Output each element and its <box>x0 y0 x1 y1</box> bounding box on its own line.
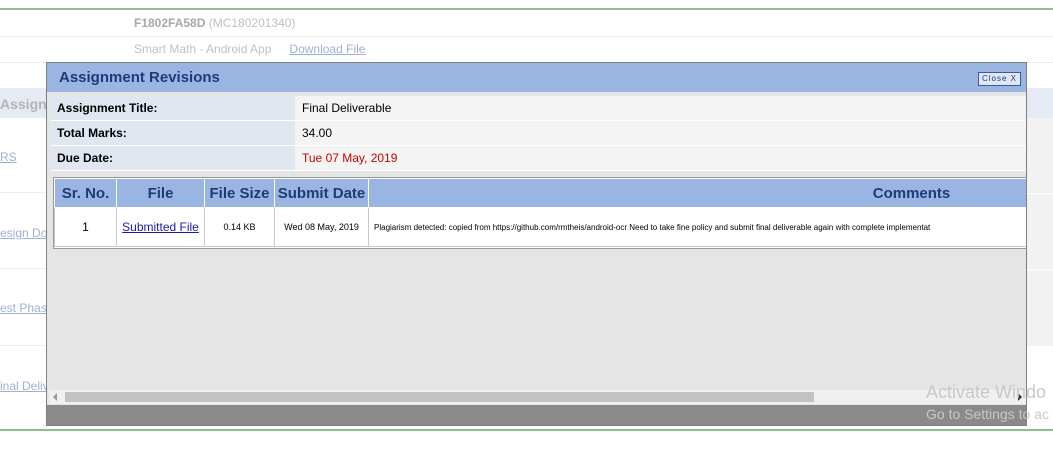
column-header-submit-date: Submit Date <box>274 178 369 208</box>
total-marks-value: 34.00 <box>295 121 1026 145</box>
due-date-value: Tue 07 May, 2019 <box>295 146 1026 170</box>
background-row-cell <box>1027 194 1053 268</box>
revisions-table: Sr. No. File File Size Submit Date Comme… <box>54 178 1026 247</box>
assignment-revisions-dialog: Assignment Revisions Close X Assignment … <box>46 62 1027 426</box>
background-row-cell <box>1027 118 1053 192</box>
revisions-table-container: Sr. No. File File Size Submit Date Comme… <box>53 177 1026 249</box>
sr-no-cell: 1 <box>54 207 117 247</box>
column-header-sr-no: Sr. No. <box>54 178 117 208</box>
assignment-link-final-deliverable[interactable]: inal Deliv <box>0 379 49 393</box>
page-bottom-border <box>0 429 1053 431</box>
info-label: Due Date: <box>51 146 295 170</box>
assignment-info: Assignment Title: Final Deliverable Tota… <box>51 96 1026 171</box>
info-row-due-date: Due Date: Tue 07 May, 2019 <box>51 146 1026 171</box>
info-label: Assignment Title: <box>51 96 295 120</box>
student-code: F1802FA58D (MC180201340) <box>134 16 296 30</box>
submitted-file-link[interactable]: Submitted File <box>122 220 199 234</box>
column-header-file: File <box>116 178 205 208</box>
info-label: Total Marks: <box>51 121 295 145</box>
column-header-file-size: File Size <box>204 178 275 208</box>
download-file-link[interactable]: Download File <box>289 42 365 56</box>
info-row-marks: Total Marks: 34.00 <box>51 121 1026 146</box>
dialog-content-area <box>49 255 1026 389</box>
dialog-title: Assignment Revisions <box>59 69 220 86</box>
close-button[interactable]: Close X <box>977 72 1021 86</box>
scroll-left-arrow-icon[interactable] <box>53 393 57 401</box>
table-row: 1 Submitted File 0.14 KB Wed 08 May, 201… <box>54 207 1026 247</box>
column-header-comments: Comments <box>368 178 1026 208</box>
submit-date-cell: Wed 08 May, 2019 <box>274 207 369 247</box>
background-row-cell <box>1027 270 1053 345</box>
dialog-footer <box>47 405 1026 425</box>
file-size-cell: 0.14 KB <box>204 207 275 247</box>
file-cell: Submitted File <box>116 207 205 247</box>
scrollbar-thumb[interactable] <box>65 392 814 402</box>
comments-cell: Plagiarism detected: copied from https:/… <box>368 207 1026 247</box>
assignment-link-srs[interactable]: RS <box>0 150 17 164</box>
activation-watermark-subtitle: Go to Settings to ac <box>926 406 1049 422</box>
activation-watermark-title: Activate Windo <box>926 382 1047 402</box>
dialog-title-bar: Assignment Revisions Close X <box>47 63 1026 92</box>
assignment-title-value: Final Deliverable <box>295 96 1026 120</box>
table-header-row: Sr. No. File File Size Submit Date Comme… <box>54 178 1026 208</box>
horizontal-scrollbar[interactable] <box>49 390 1026 404</box>
project-name: Smart Math - Android App Download File <box>134 42 366 56</box>
info-row-title: Assignment Title: Final Deliverable <box>51 96 1026 121</box>
